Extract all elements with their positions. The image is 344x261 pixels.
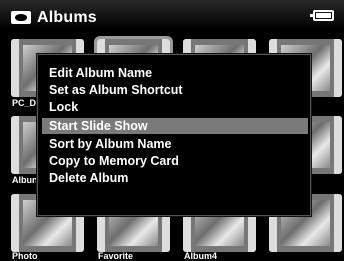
menu-item-copy-to-memory-card[interactable]: Copy to Memory Card [49, 153, 179, 169]
album-label: Favorite [98, 251, 134, 261]
album-label: Album4 [184, 251, 218, 261]
menu-item-edit-album-name[interactable]: Edit Album Name [49, 65, 152, 81]
album-options-menu: Edit Album Name Set as Album Shortcut Lo… [37, 54, 311, 216]
menu-item-lock[interactable]: Lock [49, 99, 78, 115]
album-icon [11, 11, 31, 24]
title-bar: Albums [0, 0, 344, 34]
battery-icon [310, 10, 334, 21]
album-label: Albun [12, 175, 38, 185]
menu-item-set-album-shortcut[interactable]: Set as Album Shortcut [49, 82, 183, 98]
album-label: PC_D [12, 98, 37, 108]
menu-item-sort-by-album-name[interactable]: Sort by Album Name [49, 136, 171, 152]
screen-title: Albums [37, 9, 97, 26]
menu-item-start-slide-show[interactable]: Start Slide Show [42, 118, 308, 134]
album-label: Photo [12, 251, 38, 261]
menu-item-delete-album[interactable]: Delete Album [49, 170, 128, 186]
